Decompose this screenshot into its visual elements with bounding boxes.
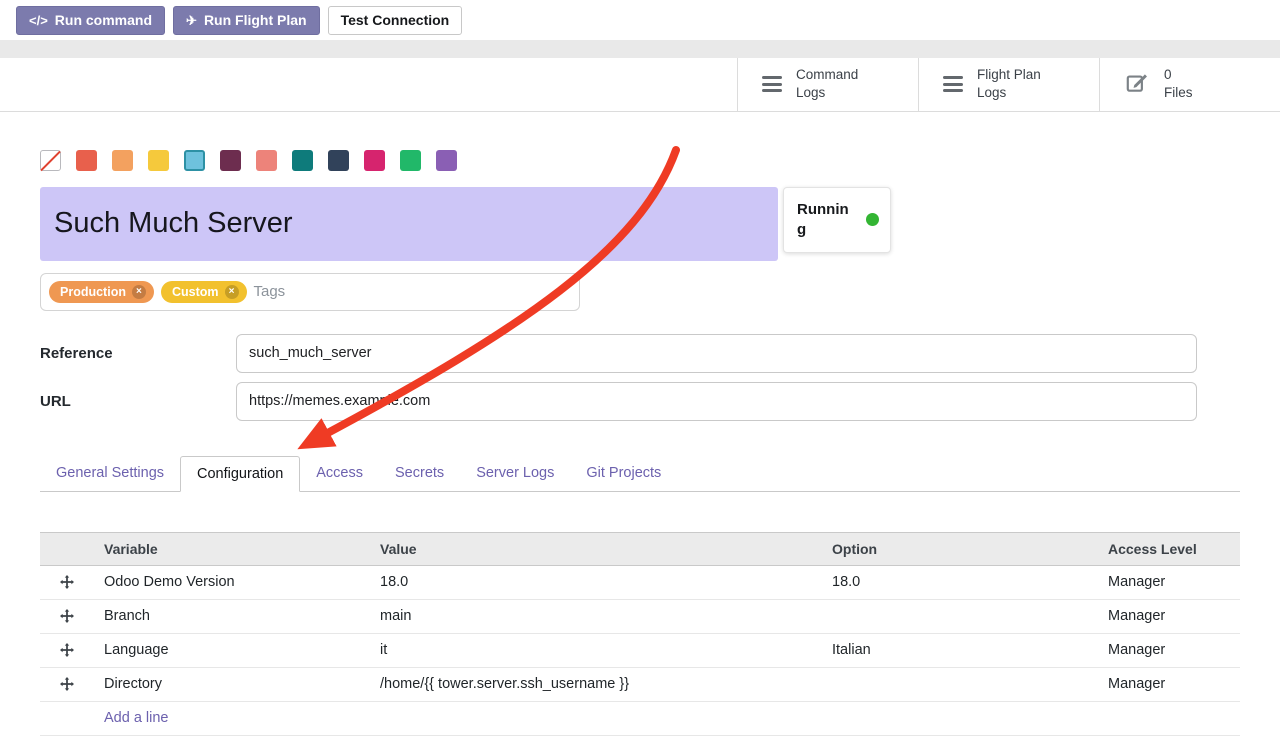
run-command-label: Run command [55, 12, 152, 29]
column-header-option[interactable]: Option [822, 532, 1098, 565]
column-header-variable[interactable]: Variable [94, 532, 370, 565]
run-flight-plan-button[interactable]: ✈ Run Flight Plan [173, 6, 320, 35]
stat-button-command-logs[interactable]: CommandLogs [737, 58, 918, 111]
code-icon: </> [29, 13, 48, 29]
url-label: URL [40, 393, 236, 410]
tab-secrets[interactable]: Secrets [379, 456, 460, 491]
table-row: Odoo Demo Version18.018.0Manager [40, 565, 1240, 599]
drag-handle-icon[interactable] [40, 633, 94, 667]
cell-option[interactable]: 18.0 [822, 565, 1098, 599]
fields: Reference URL [40, 334, 1240, 421]
cell-option[interactable]: Italian [822, 633, 1098, 667]
cell-value[interactable]: /home/{{ tower.server.ssh_username }} [370, 667, 822, 701]
tab-access[interactable]: Access [300, 456, 379, 491]
plane-icon: ✈ [186, 13, 197, 29]
stat-label: 0Files [1164, 66, 1193, 102]
stat-button-files[interactable]: 0Files [1099, 58, 1280, 111]
table-row: Directory/home/{{ tower.server.ssh_usern… [40, 667, 1240, 701]
reference-input[interactable] [236, 334, 1197, 373]
tag-label: Production [60, 285, 126, 299]
cell-value[interactable]: main [370, 599, 822, 633]
run-command-button[interactable]: </> Run command [16, 6, 165, 35]
cell-variable[interactable]: Branch [94, 599, 370, 633]
tags-list: Production × Custom × [49, 281, 247, 303]
menu-icon [762, 73, 782, 96]
color-swatch-navy[interactable] [328, 150, 349, 171]
tab-server-logs[interactable]: Server Logs [460, 456, 570, 491]
server-name-input[interactable] [40, 187, 778, 261]
tags-field[interactable]: Production × Custom × Tags ▼ [40, 273, 580, 311]
add-line-row: Add a line [40, 701, 1240, 735]
chevron-down-icon[interactable]: ▼ [553, 285, 565, 299]
test-connection-button[interactable]: Test Connection [328, 6, 463, 35]
run-flight-plan-label: Run Flight Plan [204, 12, 307, 29]
cell-option[interactable] [822, 599, 1098, 633]
color-swatch-no-color[interactable] [40, 150, 61, 171]
table-body: Odoo Demo Version18.018.0ManagerBranchma… [40, 565, 1240, 701]
drag-handle-icon[interactable] [40, 565, 94, 599]
cell-variable[interactable]: Directory [94, 667, 370, 701]
url-input[interactable] [236, 382, 1197, 421]
column-header-value[interactable]: Value [370, 532, 822, 565]
tag-production: Production × [49, 281, 154, 303]
remove-tag-icon[interactable]: × [132, 285, 146, 299]
tab-git-projects[interactable]: Git Projects [570, 456, 677, 491]
menu-icon [943, 73, 963, 96]
color-swatch-green[interactable] [400, 150, 421, 171]
edit-icon [1124, 69, 1150, 100]
cell-option[interactable] [822, 667, 1098, 701]
tag-custom: Custom × [161, 281, 247, 303]
tag-label: Custom [172, 285, 219, 299]
color-swatch-teal[interactable] [292, 150, 313, 171]
cell-access-level[interactable]: Manager [1098, 633, 1240, 667]
tab-general-settings[interactable]: General Settings [40, 456, 180, 491]
drag-handle-icon[interactable] [40, 599, 94, 633]
title-row: Running [40, 187, 1240, 261]
cell-access-level[interactable]: Manager [1098, 599, 1240, 633]
drag-handle-icon[interactable] [40, 667, 94, 701]
reference-label: Reference [40, 345, 236, 362]
configuration-table: Variable Value Option Access Level Odoo … [40, 532, 1240, 736]
color-swatch-yellow[interactable] [148, 150, 169, 171]
color-swatch-orange[interactable] [112, 150, 133, 171]
color-swatch-magenta[interactable] [364, 150, 385, 171]
stat-label: CommandLogs [796, 66, 858, 102]
color-picker [40, 150, 1240, 171]
color-swatch-salmon[interactable] [256, 150, 277, 171]
cell-variable[interactable]: Odoo Demo Version [94, 565, 370, 599]
cell-value[interactable]: it [370, 633, 822, 667]
color-swatch-purple[interactable] [436, 150, 457, 171]
stat-button-flight-plan-logs[interactable]: Flight PlanLogs [918, 58, 1099, 111]
color-swatch-red[interactable] [76, 150, 97, 171]
cell-access-level[interactable]: Manager [1098, 565, 1240, 599]
table-header-row: Variable Value Option Access Level [40, 532, 1240, 565]
separator-band [0, 40, 1280, 58]
color-swatch-light-blue[interactable] [184, 150, 205, 171]
control-panel: CommandLogs Flight PlanLogs 0Files [0, 58, 1280, 112]
form-view: Running Production × Custom × Tags ▼ Refere… [0, 150, 1280, 736]
table-row: LanguageitItalianManager [40, 633, 1240, 667]
status-badge: Running [783, 187, 891, 253]
color-swatch-dark-purple[interactable] [220, 150, 241, 171]
add-a-line-link[interactable]: Add a line [104, 710, 169, 726]
handle-column-header [40, 532, 94, 565]
column-header-access-level[interactable]: Access Level [1098, 532, 1240, 565]
cell-value[interactable]: 18.0 [370, 565, 822, 599]
control-panel-stats: CommandLogs Flight PlanLogs 0Files [737, 58, 1280, 111]
topbar: </> Run command ✈ Run Flight Plan Test C… [0, 0, 1280, 40]
cell-access-level[interactable]: Manager [1098, 667, 1240, 701]
stat-label: Flight PlanLogs [977, 66, 1041, 102]
test-connection-label: Test Connection [341, 12, 450, 29]
table-row: Branchmain Manager [40, 599, 1240, 633]
tab-configuration[interactable]: Configuration [180, 456, 300, 492]
remove-tag-icon[interactable]: × [225, 285, 239, 299]
status-label: Running [797, 200, 851, 239]
cell-variable[interactable]: Language [94, 633, 370, 667]
status-running-dot [866, 213, 879, 226]
tags-placeholder: Tags [254, 283, 286, 300]
notebook-tabs: General SettingsConfigurationAccessSecre… [40, 456, 1240, 492]
